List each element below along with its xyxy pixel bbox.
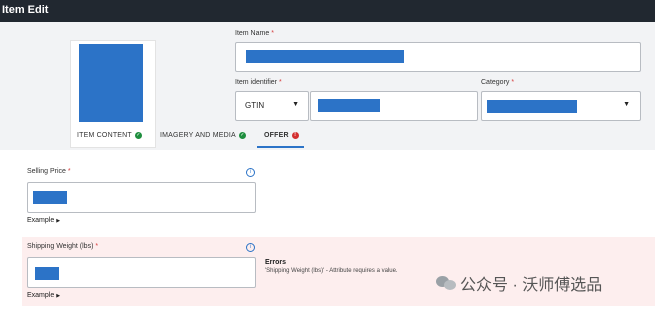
tab-imagery-media[interactable]: IMAGERY AND MEDIA ✓ — [160, 132, 246, 139]
window-title: Item Edit — [2, 4, 49, 16]
identifier-type-value: GTIN — [245, 101, 265, 110]
caret-down-icon: ▼ — [623, 101, 630, 108]
caret-right-icon: ▶ — [56, 293, 61, 299]
identifier-value-redacted — [318, 99, 380, 112]
tab-offer-label: OFFER — [264, 132, 289, 139]
info-icon[interactable]: i — [246, 168, 255, 177]
item-name-label: Item Name * — [235, 30, 274, 37]
identifier-value-input[interactable] — [310, 91, 478, 121]
category-value-redacted — [487, 100, 577, 113]
window-titlebar: Item Edit — [0, 0, 655, 22]
selling-price-input[interactable] — [27, 182, 256, 213]
tab-offer[interactable]: OFFER ! — [264, 132, 299, 139]
tab-item-content-label: ITEM CONTENT — [77, 132, 132, 139]
error-badge-icon: ! — [291, 132, 299, 139]
item-name-value-redacted — [246, 50, 404, 63]
category-select[interactable]: ▼ — [481, 91, 641, 121]
identifier-type-select[interactable]: GTIN ▼ — [235, 91, 309, 121]
selling-price-label: Selling Price * — [27, 168, 71, 175]
selling-price-example-toggle[interactable]: Example ▶ — [27, 217, 60, 224]
tab-imagery-media-label: IMAGERY AND MEDIA — [160, 132, 236, 139]
watermark-text: 公众号 · 沃师傅选品 — [460, 277, 603, 294]
thumbnail-image-redacted — [79, 44, 143, 122]
shipping-weight-value-redacted — [35, 267, 59, 280]
item-name-input[interactable] — [235, 42, 641, 72]
shipping-weight-label: Shipping Weight (lbs) * — [27, 243, 99, 250]
selling-price-value-redacted — [33, 191, 67, 204]
caret-down-icon: ▼ — [292, 101, 299, 108]
shipping-weight-input[interactable] — [27, 257, 256, 288]
wechat-logo-icon — [436, 276, 456, 290]
item-identifier-label: Item identifier * — [235, 79, 282, 86]
check-circle-icon: ✓ — [134, 132, 142, 139]
error-message: 'Shipping Weight (lbs)' - Attribute requ… — [265, 268, 398, 274]
errors-heading: Errors — [265, 259, 287, 266]
info-icon[interactable]: i — [246, 243, 255, 252]
caret-right-icon: ▶ — [56, 218, 61, 224]
category-label: Category * — [481, 79, 515, 86]
shipping-weight-example-toggle[interactable]: Example ▶ — [27, 292, 60, 299]
watermark: 公众号 · 沃师傅选品 — [436, 271, 602, 295]
tab-item-content[interactable]: ITEM CONTENT ✓ — [77, 132, 142, 139]
active-tab-indicator — [257, 146, 304, 148]
check-circle-icon: ✓ — [238, 132, 246, 139]
